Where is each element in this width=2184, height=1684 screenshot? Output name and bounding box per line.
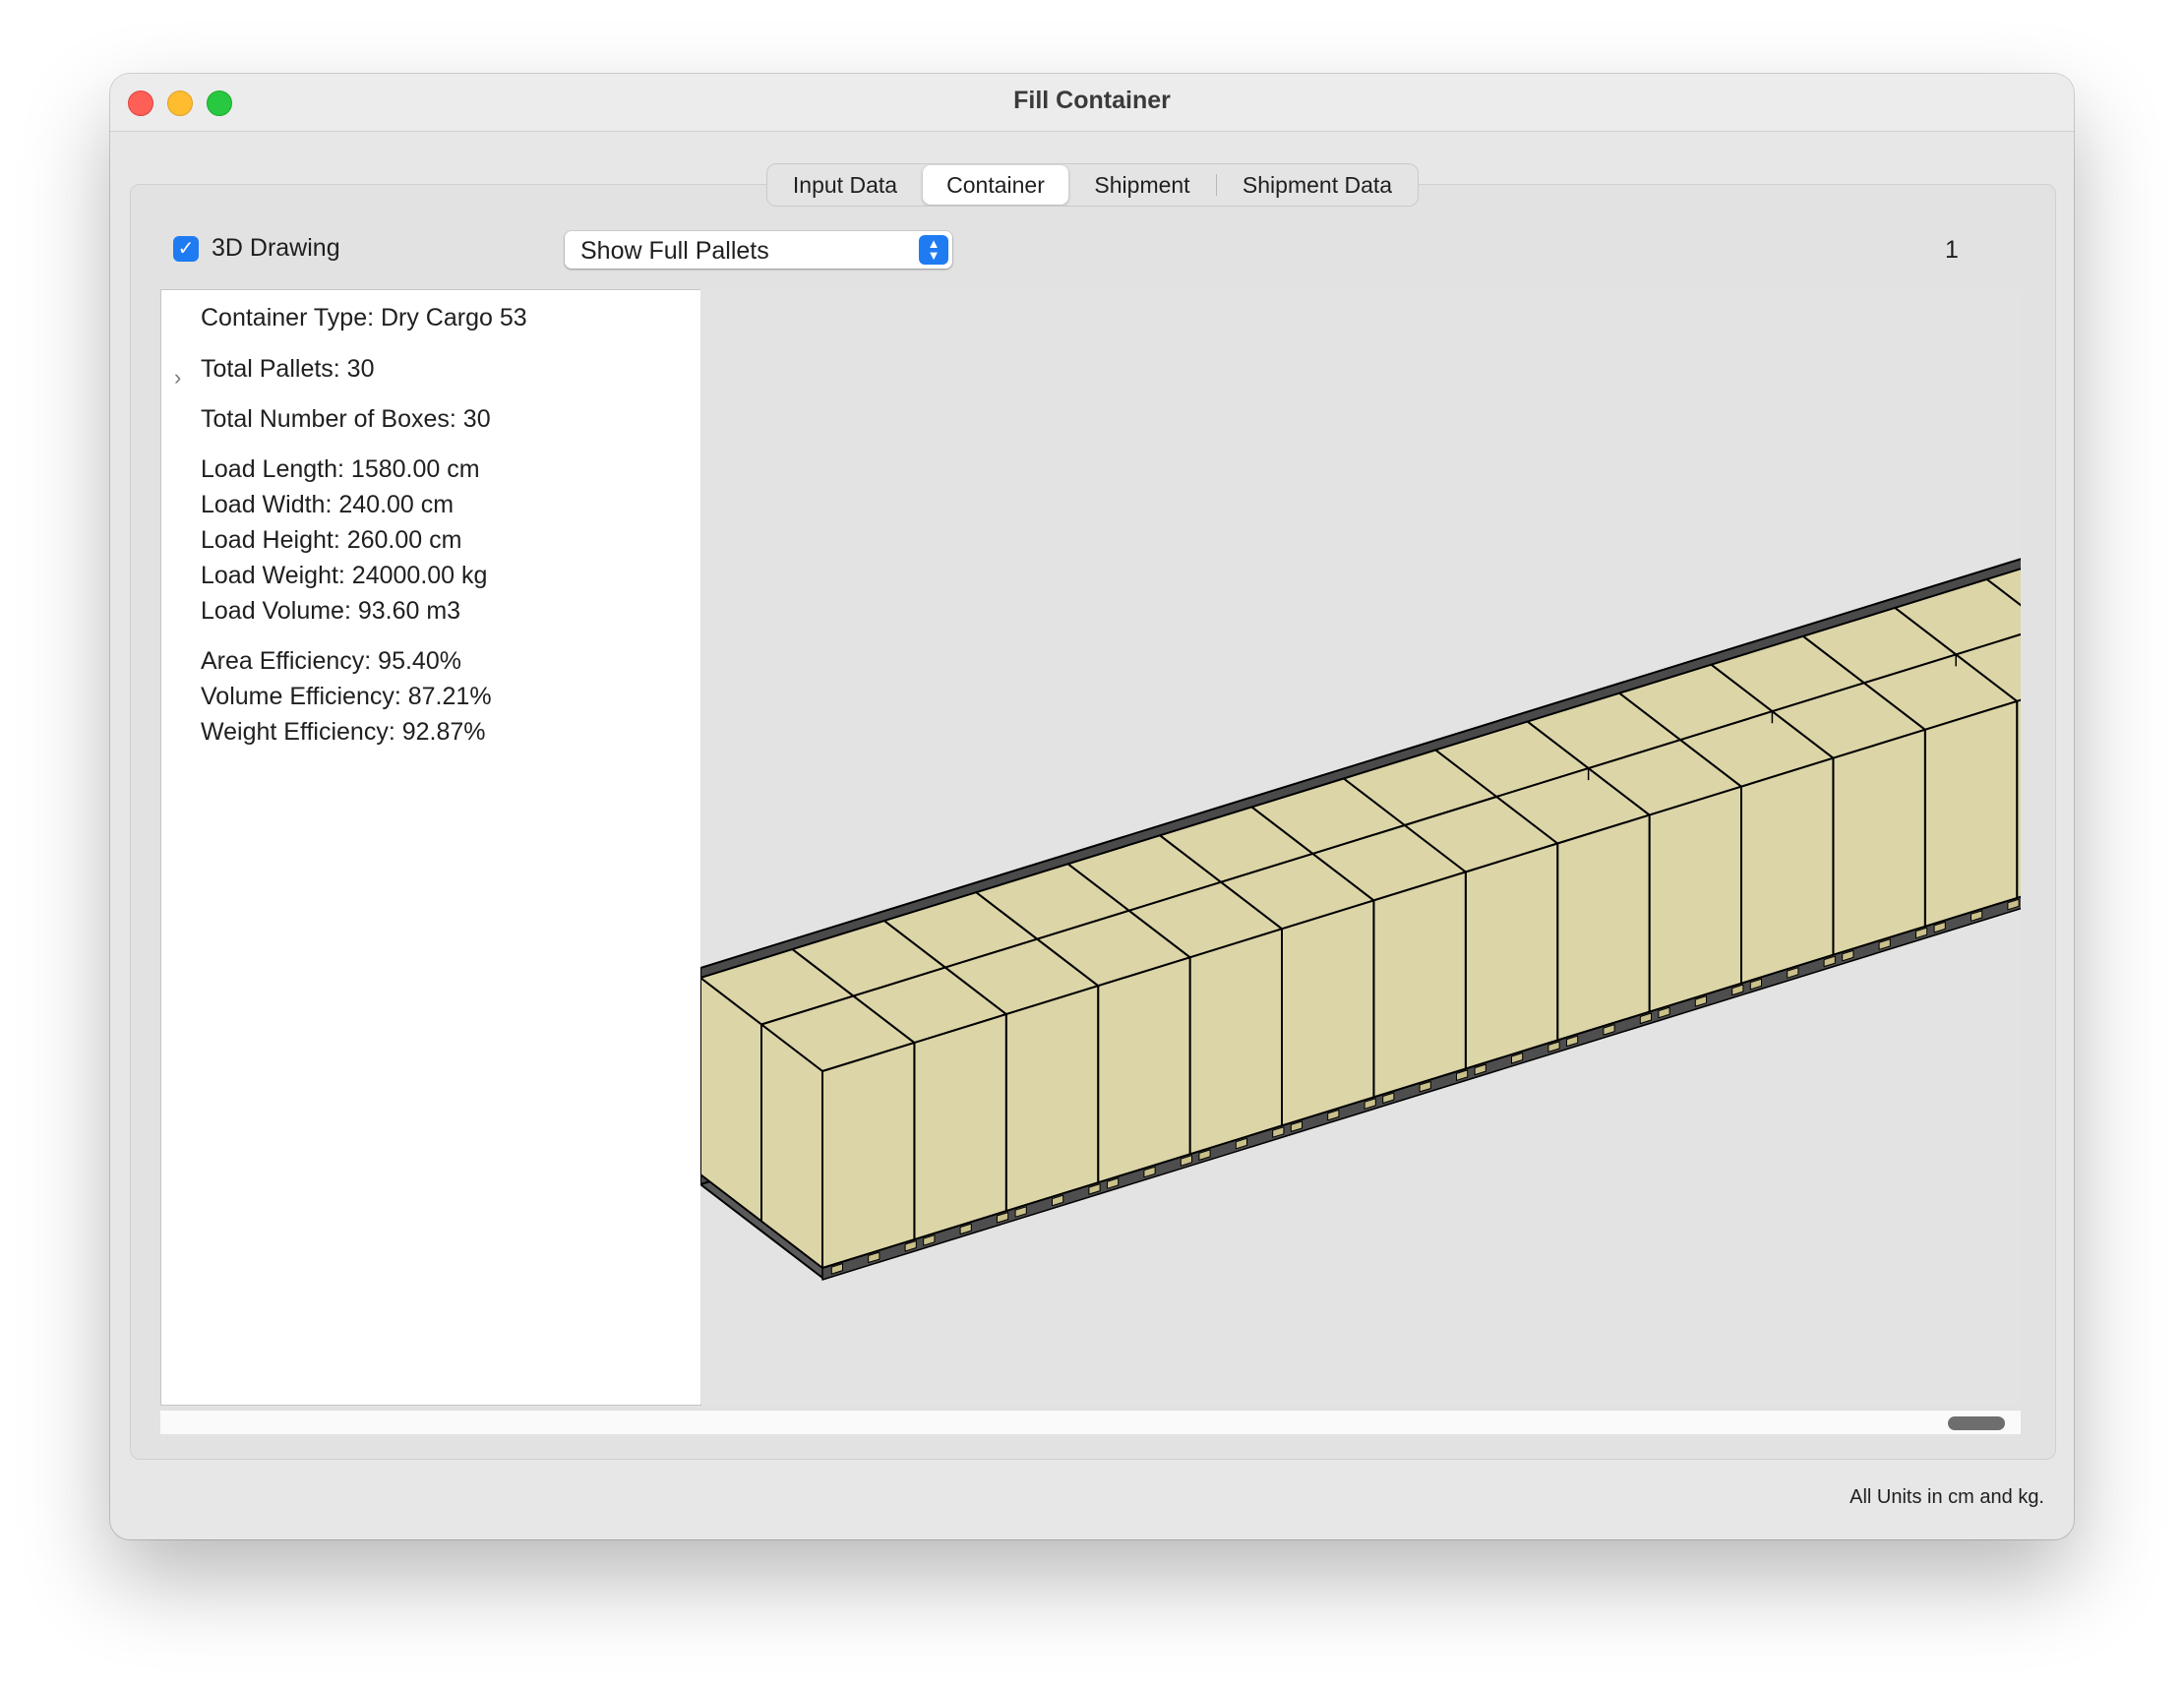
container-type: Container Type: Dry Cargo 53 <box>201 304 527 331</box>
box-front-face <box>1464 842 1559 1070</box>
drawing-3d-label: 3D Drawing <box>212 234 340 262</box>
units-note: All Units in cm and kg. <box>1850 1486 2044 1508</box>
total-boxes: Total Number of Boxes: 30 <box>201 405 491 433</box>
box-front-face <box>1004 985 1100 1213</box>
tab-container[interactable]: Container <box>923 165 1068 205</box>
box-front-face <box>1740 756 1835 985</box>
area-efficiency: Area Efficiency: 95.40% <box>201 647 461 675</box>
load-summary-panel: Container Type: Dry Cargo 53 › Total Pal… <box>160 289 701 1406</box>
window-title: Fill Container <box>1013 87 1171 114</box>
box-front-face <box>1097 956 1191 1184</box>
drawing-3d-checkbox[interactable]: ✓ <box>173 235 199 262</box>
box-front-face <box>1372 871 1467 1099</box>
box-front-face <box>821 1042 916 1269</box>
fill-container-window: Fill Container Input Data Container Ship… <box>110 74 2074 1539</box>
tab-input-data[interactable]: Input Data <box>767 164 923 206</box>
box-front-face <box>1648 785 1742 1013</box>
load-width: Load Width: 240.00 cm <box>201 491 455 518</box>
load-volume: Load Volume: 93.60 m3 <box>201 597 461 625</box>
view-mode-value: Show Full Pallets <box>580 237 769 265</box>
horizontal-scrollbar[interactable] <box>160 1410 2021 1434</box>
view-mode-select[interactable]: Show Full Pallets ▲ ▼ <box>565 231 952 269</box>
total-pallets[interactable]: Total Pallets: 30 <box>201 355 375 384</box>
title-bar: Fill Container <box>110 74 2074 132</box>
up-down-chevron-icon: ▲ ▼ <box>919 235 948 265</box>
tab-shipment-data[interactable]: Shipment Data <box>1217 164 1418 206</box>
box-front-face <box>1188 928 1283 1156</box>
container-3d-view[interactable] <box>699 289 2074 1404</box>
volume-efficiency: Volume Efficiency: 87.21% <box>201 683 492 710</box>
drawing-3d-toggle[interactable]: ✓ 3D Drawing <box>173 234 340 263</box>
box-front-face <box>1923 699 2019 928</box>
box-front-face <box>913 1013 1007 1241</box>
box-front-face <box>1832 728 1926 956</box>
box-front-face <box>1281 899 1375 1127</box>
load-weight: Load Weight: 24000.00 kg <box>201 562 488 589</box>
tab-bar: Input Data Container Shipment Shipment D… <box>766 163 1419 207</box>
scroll-thumb[interactable] <box>1948 1416 2005 1430</box>
load-length: Load Length: 1580.00 cm <box>201 455 480 483</box>
page-number: 1 <box>1945 236 1959 264</box>
checkmark-icon: ✓ <box>177 237 195 260</box>
box-front-face <box>1556 813 1651 1042</box>
weight-efficiency: Weight Efficiency: 92.87% <box>201 718 486 746</box>
tab-shipment[interactable]: Shipment <box>1068 164 1216 206</box>
disclosure-chevron-icon[interactable]: › <box>174 365 181 391</box>
container-3d-drawing <box>699 541 2074 1281</box>
load-height: Load Height: 260.00 cm <box>201 526 462 554</box>
